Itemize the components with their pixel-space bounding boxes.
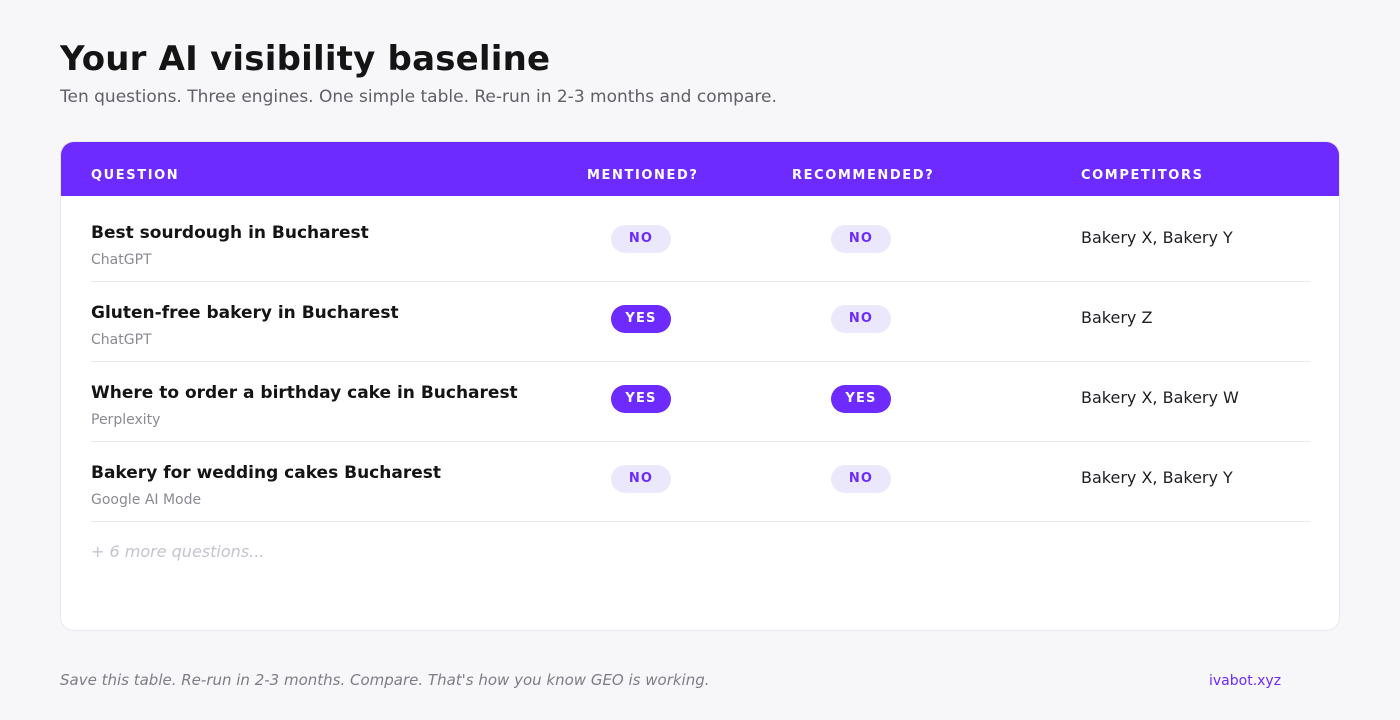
mentioned-badge: YES xyxy=(611,305,671,333)
footer-site-link[interactable]: ivabot.xyz xyxy=(1209,672,1281,690)
table-row: Bakery for wedding cakes Bucharest Googl… xyxy=(91,442,1311,522)
mentioned-badge: YES xyxy=(611,385,671,413)
column-header-recommended: RECOMMENDED? xyxy=(792,168,935,183)
page-subtitle: Ten questions. Three engines. One simple… xyxy=(60,87,777,107)
page-title: Your AI visibility baseline xyxy=(60,39,551,79)
column-header-mentioned: MENTIONED? xyxy=(587,168,699,183)
competitors-text: Bakery Z xyxy=(1081,308,1153,327)
competitors-text: Bakery X, Bakery Y xyxy=(1081,228,1233,247)
engine-label: Perplexity xyxy=(91,412,161,428)
table-row: Gluten-free bakery in Bucharest ChatGPT … xyxy=(91,282,1311,362)
question-text: Bakery for wedding cakes Bucharest xyxy=(91,463,441,483)
question-text: Best sourdough in Bucharest xyxy=(91,223,369,243)
engine-label: ChatGPT xyxy=(91,332,152,348)
footer-note: Save this table. Re-run in 2-3 months. C… xyxy=(60,671,710,689)
recommended-badge: NO xyxy=(831,465,891,493)
mentioned-badge: NO xyxy=(611,225,671,253)
question-text: Gluten-free bakery in Bucharest xyxy=(91,303,399,323)
engine-label: ChatGPT xyxy=(91,252,152,268)
table-row: Best sourdough in Bucharest ChatGPT NO N… xyxy=(91,202,1311,282)
competitors-text: Bakery X, Bakery W xyxy=(1081,388,1239,407)
table-row: Where to order a birthday cake in Buchar… xyxy=(91,362,1311,442)
competitors-text: Bakery X, Bakery Y xyxy=(1081,468,1233,487)
baseline-table-card: QUESTION MENTIONED? RECOMMENDED? COMPETI… xyxy=(60,141,1340,631)
table-header: QUESTION MENTIONED? RECOMMENDED? COMPETI… xyxy=(61,142,1339,196)
column-header-competitors: COMPETITORS xyxy=(1081,168,1204,183)
column-header-question: QUESTION xyxy=(91,168,180,183)
engine-label: Google AI Mode xyxy=(91,492,202,508)
more-questions-label: + 6 more questions... xyxy=(91,542,265,561)
question-text: Where to order a birthday cake in Buchar… xyxy=(91,383,518,403)
recommended-badge: YES xyxy=(831,385,891,413)
recommended-badge: NO xyxy=(831,225,891,253)
recommended-badge: NO xyxy=(831,305,891,333)
mentioned-badge: NO xyxy=(611,465,671,493)
